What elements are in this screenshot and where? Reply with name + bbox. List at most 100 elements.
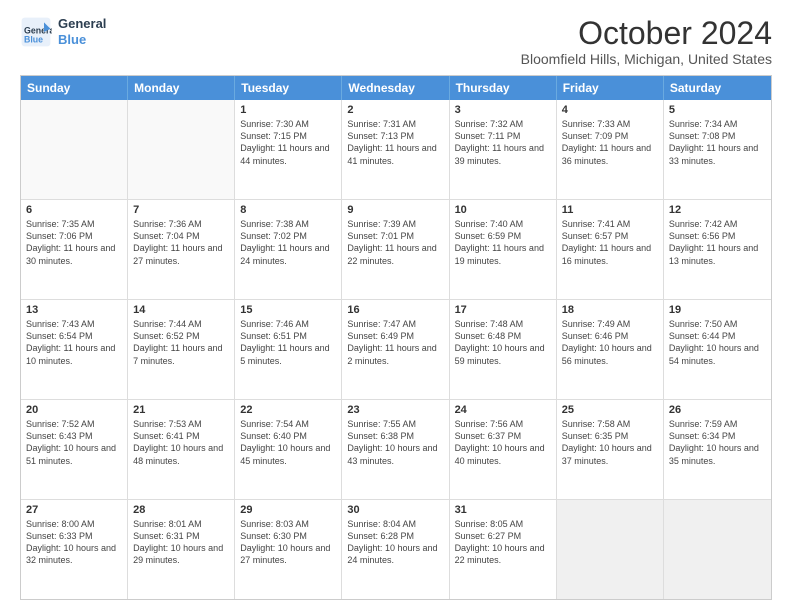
day-number: 8 (240, 204, 336, 216)
day-info: Sunrise: 7:34 AMSunset: 7:08 PMDaylight:… (669, 118, 766, 167)
calendar-cell-day-22: 22 Sunrise: 7:54 AMSunset: 6:40 PMDayligh… (235, 400, 342, 499)
calendar-cell-day-23: 23 Sunrise: 7:55 AMSunset: 6:38 PMDayligh… (342, 400, 449, 499)
calendar-cell-day-17: 17 Sunrise: 7:48 AMSunset: 6:48 PMDayligh… (450, 300, 557, 399)
day-number: 29 (240, 504, 336, 516)
day-number: 2 (347, 104, 443, 116)
calendar-cell-day-8: 8 Sunrise: 7:38 AMSunset: 7:02 PMDaylight… (235, 200, 342, 299)
day-number: 6 (26, 204, 122, 216)
title-block: October 2024 Bloomfield Hills, Michigan,… (521, 16, 772, 67)
calendar-cell-empty (557, 500, 664, 599)
calendar-cell-day-2: 2 Sunrise: 7:31 AMSunset: 7:13 PMDaylight… (342, 100, 449, 199)
calendar-cell-day-28: 28 Sunrise: 8:01 AMSunset: 6:31 PMDayligh… (128, 500, 235, 599)
day-number: 19 (669, 304, 766, 316)
calendar-cell-day-16: 16 Sunrise: 7:47 AMSunset: 6:49 PMDayligh… (342, 300, 449, 399)
calendar-cell-day-26: 26 Sunrise: 7:59 AMSunset: 6:34 PMDayligh… (664, 400, 771, 499)
calendar-cell-day-21: 21Sunrise: 7:53 AMSunset: 6:41 PMDayligh… (128, 400, 235, 499)
day-number: 17 (455, 304, 551, 316)
day-number: 30 (347, 504, 443, 516)
calendar-cell-day-19: 19Sunrise: 7:50 AMSunset: 6:44 PMDayligh… (664, 300, 771, 399)
day-number: 26 (669, 404, 766, 416)
logo-icon: General Blue (20, 16, 52, 48)
day-info: Sunrise: 8:01 AMSunset: 6:31 PMDaylight:… (133, 518, 229, 567)
calendar-cell-day-5: 5 Sunrise: 7:34 AMSunset: 7:08 PMDaylight… (664, 100, 771, 199)
day-info: Sunrise: 8:05 AMSunset: 6:27 PMDaylight:… (455, 518, 551, 567)
day-info: Sunrise: 7:47 AMSunset: 6:49 PMDaylight:… (347, 318, 443, 367)
day-number: 5 (669, 104, 766, 116)
day-number: 21 (133, 404, 229, 416)
day-info: Sunrise: 7:49 AMSunset: 6:46 PMDaylight:… (562, 318, 658, 367)
calendar-cell-day-20: 20 Sunrise: 7:52 AMSunset: 6:43 PMDayligh… (21, 400, 128, 499)
day-info: Sunrise: 7:46 AMSunset: 6:51 PMDaylight:… (240, 318, 336, 367)
day-info: Sunrise: 7:52 AMSunset: 6:43 PMDaylight:… (26, 418, 122, 467)
day-info: Sunrise: 7:36 AMSunset: 7:04 PMDaylight:… (133, 218, 229, 267)
location-title: Bloomfield Hills, Michigan, United State… (521, 51, 772, 67)
calendar-cell-day-10: 10Sunrise: 7:40 AMSunset: 6:59 PMDayligh… (450, 200, 557, 299)
calendar-cell-day-24: 24Sunrise: 7:56 AMSunset: 6:37 PMDayligh… (450, 400, 557, 499)
calendar-cell-day-30: 30 Sunrise: 8:04 AMSunset: 6:28 PMDayligh… (342, 500, 449, 599)
calendar-cell-empty (664, 500, 771, 599)
day-info: Sunrise: 7:55 AMSunset: 6:38 PMDaylight:… (347, 418, 443, 467)
day-info: Sunrise: 7:41 AMSunset: 6:57 PMDaylight:… (562, 218, 658, 267)
calendar-body: 1 Sunrise: 7:30 AMSunset: 7:15 PMDaylight… (21, 100, 771, 599)
day-number: 4 (562, 104, 658, 116)
day-number: 9 (347, 204, 443, 216)
calendar-cell-day-31: 31 Sunrise: 8:05 AMSunset: 6:27 PMDayligh… (450, 500, 557, 599)
logo-line1: General (58, 16, 106, 32)
day-info: Sunrise: 7:39 AMSunset: 7:01 PMDaylight:… (347, 218, 443, 267)
calendar-week-5: 27 Sunrise: 8:00 AMSunset: 6:33 PMDayligh… (21, 499, 771, 599)
day-number: 28 (133, 504, 229, 516)
calendar-cell-day-3: 3 Sunrise: 7:32 AMSunset: 7:11 PMDaylight… (450, 100, 557, 199)
calendar-cell-day-9: 9 Sunrise: 7:39 AMSunset: 7:01 PMDaylight… (342, 200, 449, 299)
calendar-week-2: 6 Sunrise: 7:35 AMSunset: 7:06 PMDaylight… (21, 199, 771, 299)
day-number: 27 (26, 504, 122, 516)
day-number: 24 (455, 404, 551, 416)
day-number: 16 (347, 304, 443, 316)
day-info: Sunrise: 8:04 AMSunset: 6:28 PMDaylight:… (347, 518, 443, 567)
day-info: Sunrise: 7:30 AMSunset: 7:15 PMDaylight:… (240, 118, 336, 167)
day-info: Sunrise: 7:33 AMSunset: 7:09 PMDaylight:… (562, 118, 658, 167)
day-info: Sunrise: 7:31 AMSunset: 7:13 PMDaylight:… (347, 118, 443, 167)
day-number: 1 (240, 104, 336, 116)
day-number: 20 (26, 404, 122, 416)
day-number: 31 (455, 504, 551, 516)
calendar-header: SundayMondayTuesdayWednesdayThursdayFrid… (21, 76, 771, 100)
day-number: 22 (240, 404, 336, 416)
day-info: Sunrise: 7:32 AMSunset: 7:11 PMDaylight:… (455, 118, 551, 167)
day-info: Sunrise: 7:59 AMSunset: 6:34 PMDaylight:… (669, 418, 766, 467)
svg-text:Blue: Blue (24, 34, 43, 44)
header: General Blue General Blue October 2024 B… (20, 16, 772, 67)
day-number: 15 (240, 304, 336, 316)
logo-text: General Blue (58, 16, 106, 47)
calendar-cell-day-18: 18 Sunrise: 7:49 AMSunset: 6:46 PMDayligh… (557, 300, 664, 399)
calendar: SundayMondayTuesdayWednesdayThursdayFrid… (20, 75, 772, 600)
day-info: Sunrise: 7:48 AMSunset: 6:48 PMDaylight:… (455, 318, 551, 367)
day-info: Sunrise: 7:58 AMSunset: 6:35 PMDaylight:… (562, 418, 658, 467)
day-number: 23 (347, 404, 443, 416)
page: General Blue General Blue October 2024 B… (0, 0, 792, 612)
calendar-cell-day-11: 11 Sunrise: 7:41 AMSunset: 6:57 PMDayligh… (557, 200, 664, 299)
header-day-wednesday: Wednesday (342, 76, 449, 100)
calendar-cell-day-1: 1 Sunrise: 7:30 AMSunset: 7:15 PMDaylight… (235, 100, 342, 199)
day-info: Sunrise: 7:38 AMSunset: 7:02 PMDaylight:… (240, 218, 336, 267)
calendar-cell-day-15: 15 Sunrise: 7:46 AMSunset: 6:51 PMDayligh… (235, 300, 342, 399)
calendar-week-1: 1 Sunrise: 7:30 AMSunset: 7:15 PMDaylight… (21, 100, 771, 199)
day-info: Sunrise: 8:00 AMSunset: 6:33 PMDaylight:… (26, 518, 122, 567)
header-day-friday: Friday (557, 76, 664, 100)
day-info: Sunrise: 8:03 AMSunset: 6:30 PMDaylight:… (240, 518, 336, 567)
month-title: October 2024 (521, 16, 772, 51)
day-number: 3 (455, 104, 551, 116)
day-number: 25 (562, 404, 658, 416)
header-day-monday: Monday (128, 76, 235, 100)
day-info: Sunrise: 7:54 AMSunset: 6:40 PMDaylight:… (240, 418, 336, 467)
day-number: 12 (669, 204, 766, 216)
day-number: 18 (562, 304, 658, 316)
day-info: Sunrise: 7:35 AMSunset: 7:06 PMDaylight:… (26, 218, 122, 267)
header-day-tuesday: Tuesday (235, 76, 342, 100)
calendar-cell-day-29: 29 Sunrise: 8:03 AMSunset: 6:30 PMDayligh… (235, 500, 342, 599)
logo: General Blue General Blue (20, 16, 106, 48)
calendar-week-3: 13Sunrise: 7:43 AMSunset: 6:54 PMDayligh… (21, 299, 771, 399)
day-info: Sunrise: 7:40 AMSunset: 6:59 PMDaylight:… (455, 218, 551, 267)
day-number: 11 (562, 204, 658, 216)
day-number: 7 (133, 204, 229, 216)
day-number: 13 (26, 304, 122, 316)
